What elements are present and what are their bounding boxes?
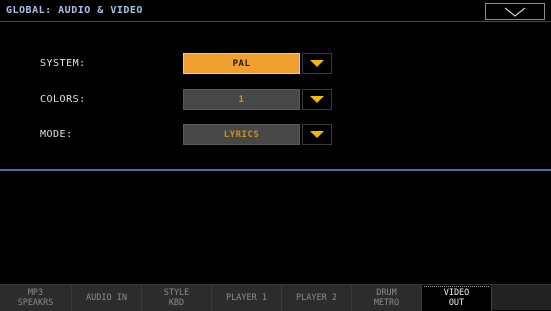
mode-dropdown-button[interactable] (302, 124, 332, 145)
tab-mp3-speakers[interactable]: MP3 SPEAKRS (0, 285, 72, 311)
system-label: SYSTEM: (40, 58, 86, 69)
page-title: GLOBAL: AUDIO & VIDEO (6, 5, 143, 16)
settings-panel: SYSTEM: PAL COLORS: 1 MODE: LYRICS (0, 23, 551, 170)
tab-label-line1: DRUM (376, 288, 397, 298)
tab-style-kbd[interactable]: STYLE KBD (142, 285, 212, 311)
colors-value-field[interactable]: 1 (183, 89, 300, 110)
tab-label-line2: SPEAKRS (17, 298, 54, 308)
tab-label-line1: MP3 (27, 288, 44, 298)
triangle-down-icon (310, 60, 324, 67)
chevron-down-icon (504, 7, 526, 17)
tab-label-line1: AUDIO IN (86, 293, 127, 303)
tab-bar: MP3 SPEAKRS AUDIO IN STYLE KBD PLAYER 1 … (0, 284, 551, 311)
tab-label-line1: PLAYER 1 (226, 293, 267, 303)
tab-audio-in[interactable]: AUDIO IN (72, 285, 142, 311)
tab-drum-metro[interactable]: DRUM METRO (352, 285, 422, 311)
colors-row: COLORS: 1 (0, 89, 551, 111)
triangle-down-icon (310, 131, 324, 138)
tab-player-1[interactable]: PLAYER 1 (212, 285, 282, 311)
tab-label-line2: KBD (168, 298, 185, 308)
title-bar: GLOBAL: AUDIO & VIDEO (0, 0, 551, 22)
system-dropdown-button[interactable] (302, 53, 332, 74)
system-row: SYSTEM: PAL (0, 53, 551, 75)
system-value-field[interactable]: PAL (183, 53, 300, 74)
mode-value-field[interactable]: LYRICS (183, 124, 300, 145)
colors-dropdown-button[interactable] (302, 89, 332, 110)
tab-player-2[interactable]: PLAYER 2 (282, 285, 352, 311)
tab-label-line2: METRO (373, 298, 400, 308)
mode-label: MODE: (40, 129, 73, 140)
triangle-down-icon (310, 96, 324, 103)
tab-video-out[interactable]: VIDEO OUT (422, 285, 492, 311)
colors-label: COLORS: (40, 94, 86, 105)
page-menu-button[interactable] (485, 3, 545, 20)
mode-row: MODE: LYRICS (0, 124, 551, 146)
tab-label-line1: PLAYER 2 (296, 293, 337, 303)
tab-label-line1: STYLE (163, 288, 190, 298)
tab-label-line2: OUT (448, 298, 465, 308)
tab-label-line1: VIDEO (443, 288, 470, 298)
section-divider (0, 169, 551, 171)
